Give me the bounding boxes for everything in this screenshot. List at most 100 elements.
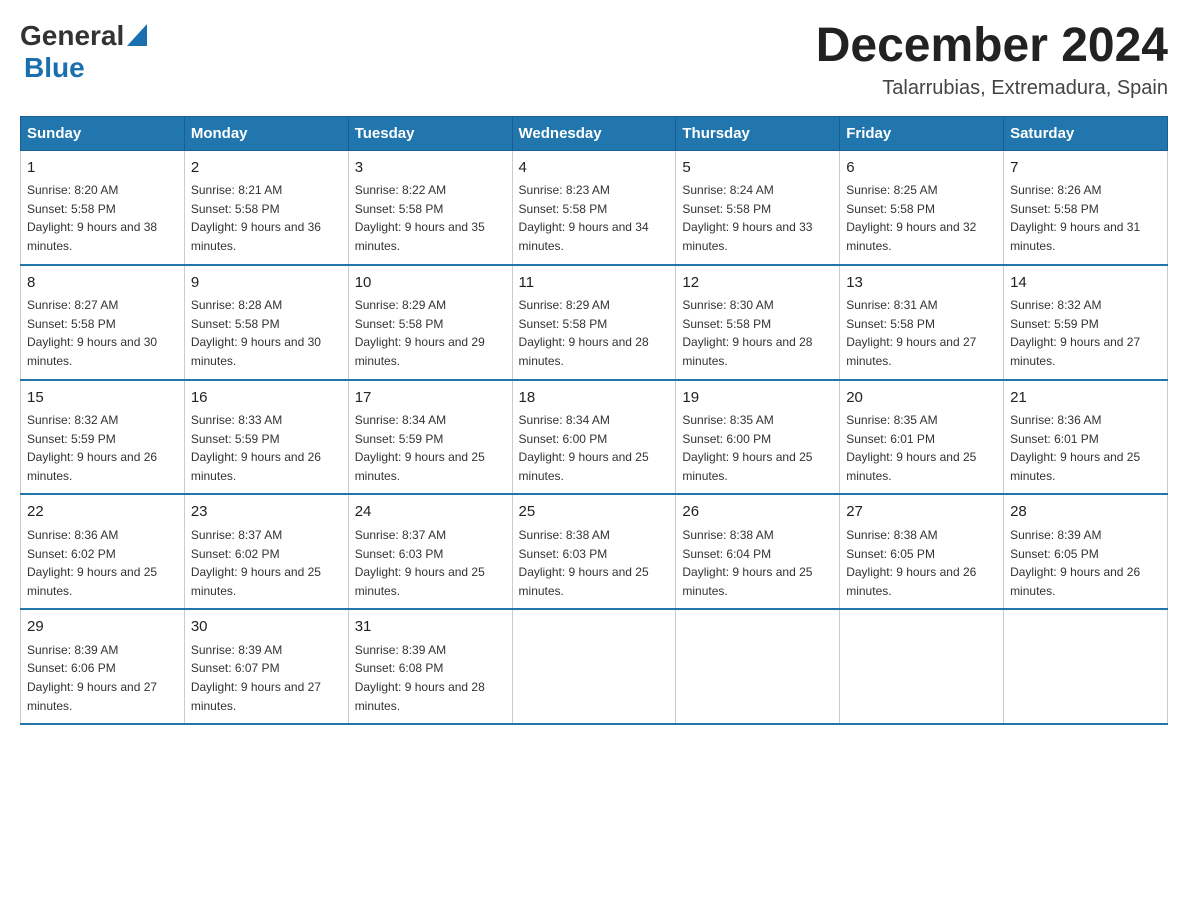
- day-number: 7: [1010, 157, 1161, 180]
- day-info: Sunrise: 8:24 AM Sunset: 5:58 PM Dayligh…: [682, 181, 833, 255]
- table-row: 22 Sunrise: 8:36 AM Sunset: 6:02 PM Dayl…: [21, 494, 185, 609]
- table-row: [1004, 609, 1168, 724]
- calendar-header-row: Sunday Monday Tuesday Wednesday Thursday…: [21, 116, 1168, 150]
- col-wednesday: Wednesday: [512, 116, 676, 150]
- day-number: 15: [27, 387, 178, 410]
- table-row: 2 Sunrise: 8:21 AM Sunset: 5:58 PM Dayli…: [184, 150, 348, 264]
- day-info: Sunrise: 8:38 AM Sunset: 6:04 PM Dayligh…: [682, 526, 833, 600]
- day-number: 18: [519, 387, 670, 410]
- day-info: Sunrise: 8:37 AM Sunset: 6:02 PM Dayligh…: [191, 526, 342, 600]
- logo-blue-text: Blue: [24, 52, 85, 84]
- calendar-table: Sunday Monday Tuesday Wednesday Thursday…: [20, 116, 1168, 725]
- day-number: 28: [1010, 501, 1161, 524]
- day-info: Sunrise: 8:36 AM Sunset: 6:02 PM Dayligh…: [27, 526, 178, 600]
- col-monday: Monday: [184, 116, 348, 150]
- table-row: 6 Sunrise: 8:25 AM Sunset: 5:58 PM Dayli…: [840, 150, 1004, 264]
- day-info: Sunrise: 8:35 AM Sunset: 6:01 PM Dayligh…: [846, 411, 997, 485]
- month-title: December 2024: [816, 20, 1168, 73]
- day-info: Sunrise: 8:25 AM Sunset: 5:58 PM Dayligh…: [846, 181, 997, 255]
- day-number: 11: [519, 272, 670, 295]
- table-row: 26 Sunrise: 8:38 AM Sunset: 6:04 PM Dayl…: [676, 494, 840, 609]
- day-number: 22: [27, 501, 178, 524]
- table-row: 14 Sunrise: 8:32 AM Sunset: 5:59 PM Dayl…: [1004, 265, 1168, 380]
- day-number: 20: [846, 387, 997, 410]
- table-row: 23 Sunrise: 8:37 AM Sunset: 6:02 PM Dayl…: [184, 494, 348, 609]
- day-number: 16: [191, 387, 342, 410]
- day-info: Sunrise: 8:39 AM Sunset: 6:05 PM Dayligh…: [1010, 526, 1161, 600]
- day-number: 17: [355, 387, 506, 410]
- day-info: Sunrise: 8:34 AM Sunset: 5:59 PM Dayligh…: [355, 411, 506, 485]
- day-number: 5: [682, 157, 833, 180]
- table-row: 11 Sunrise: 8:29 AM Sunset: 5:58 PM Dayl…: [512, 265, 676, 380]
- day-number: 27: [846, 501, 997, 524]
- logo-triangle-icon: [127, 24, 147, 46]
- day-info: Sunrise: 8:26 AM Sunset: 5:58 PM Dayligh…: [1010, 181, 1161, 255]
- day-number: 30: [191, 616, 342, 639]
- table-row: 21 Sunrise: 8:36 AM Sunset: 6:01 PM Dayl…: [1004, 380, 1168, 495]
- day-number: 31: [355, 616, 506, 639]
- day-number: 14: [1010, 272, 1161, 295]
- table-row: 29 Sunrise: 8:39 AM Sunset: 6:06 PM Dayl…: [21, 609, 185, 724]
- table-row: 13 Sunrise: 8:31 AM Sunset: 5:58 PM Dayl…: [840, 265, 1004, 380]
- table-row: 5 Sunrise: 8:24 AM Sunset: 5:58 PM Dayli…: [676, 150, 840, 264]
- day-info: Sunrise: 8:35 AM Sunset: 6:00 PM Dayligh…: [682, 411, 833, 485]
- col-saturday: Saturday: [1004, 116, 1168, 150]
- day-number: 1: [27, 157, 178, 180]
- table-row: 31 Sunrise: 8:39 AM Sunset: 6:08 PM Dayl…: [348, 609, 512, 724]
- table-row: 4 Sunrise: 8:23 AM Sunset: 5:58 PM Dayli…: [512, 150, 676, 264]
- table-row: 28 Sunrise: 8:39 AM Sunset: 6:05 PM Dayl…: [1004, 494, 1168, 609]
- calendar-week-row: 1 Sunrise: 8:20 AM Sunset: 5:58 PM Dayli…: [21, 150, 1168, 264]
- table-row: 20 Sunrise: 8:35 AM Sunset: 6:01 PM Dayl…: [840, 380, 1004, 495]
- table-row: 17 Sunrise: 8:34 AM Sunset: 5:59 PM Dayl…: [348, 380, 512, 495]
- day-number: 13: [846, 272, 997, 295]
- calendar-week-row: 29 Sunrise: 8:39 AM Sunset: 6:06 PM Dayl…: [21, 609, 1168, 724]
- col-thursday: Thursday: [676, 116, 840, 150]
- table-row: 24 Sunrise: 8:37 AM Sunset: 6:03 PM Dayl…: [348, 494, 512, 609]
- table-row: [840, 609, 1004, 724]
- day-info: Sunrise: 8:32 AM Sunset: 5:59 PM Dayligh…: [1010, 296, 1161, 370]
- table-row: [676, 609, 840, 724]
- table-row: 27 Sunrise: 8:38 AM Sunset: 6:05 PM Dayl…: [840, 494, 1004, 609]
- day-info: Sunrise: 8:37 AM Sunset: 6:03 PM Dayligh…: [355, 526, 506, 600]
- day-number: 19: [682, 387, 833, 410]
- table-row: 30 Sunrise: 8:39 AM Sunset: 6:07 PM Dayl…: [184, 609, 348, 724]
- day-info: Sunrise: 8:32 AM Sunset: 5:59 PM Dayligh…: [27, 411, 178, 485]
- calendar-week-row: 15 Sunrise: 8:32 AM Sunset: 5:59 PM Dayl…: [21, 380, 1168, 495]
- day-info: Sunrise: 8:29 AM Sunset: 5:58 PM Dayligh…: [355, 296, 506, 370]
- day-number: 9: [191, 272, 342, 295]
- day-info: Sunrise: 8:38 AM Sunset: 6:03 PM Dayligh…: [519, 526, 670, 600]
- table-row: 15 Sunrise: 8:32 AM Sunset: 5:59 PM Dayl…: [21, 380, 185, 495]
- day-info: Sunrise: 8:36 AM Sunset: 6:01 PM Dayligh…: [1010, 411, 1161, 485]
- day-info: Sunrise: 8:30 AM Sunset: 5:58 PM Dayligh…: [682, 296, 833, 370]
- col-sunday: Sunday: [21, 116, 185, 150]
- day-info: Sunrise: 8:29 AM Sunset: 5:58 PM Dayligh…: [519, 296, 670, 370]
- table-row: 9 Sunrise: 8:28 AM Sunset: 5:58 PM Dayli…: [184, 265, 348, 380]
- logo: General Blue: [20, 20, 147, 84]
- day-info: Sunrise: 8:28 AM Sunset: 5:58 PM Dayligh…: [191, 296, 342, 370]
- day-number: 25: [519, 501, 670, 524]
- table-row: 1 Sunrise: 8:20 AM Sunset: 5:58 PM Dayli…: [21, 150, 185, 264]
- page-header: General Blue December 2024 Talarrubias, …: [20, 20, 1168, 100]
- day-number: 3: [355, 157, 506, 180]
- day-info: Sunrise: 8:39 AM Sunset: 6:06 PM Dayligh…: [27, 641, 178, 715]
- day-number: 24: [355, 501, 506, 524]
- table-row: 10 Sunrise: 8:29 AM Sunset: 5:58 PM Dayl…: [348, 265, 512, 380]
- logo-general-text: General: [20, 20, 124, 52]
- table-row: 8 Sunrise: 8:27 AM Sunset: 5:58 PM Dayli…: [21, 265, 185, 380]
- table-row: 19 Sunrise: 8:35 AM Sunset: 6:00 PM Dayl…: [676, 380, 840, 495]
- day-info: Sunrise: 8:38 AM Sunset: 6:05 PM Dayligh…: [846, 526, 997, 600]
- day-number: 10: [355, 272, 506, 295]
- title-block: December 2024 Talarrubias, Extremadura, …: [816, 20, 1168, 100]
- day-number: 29: [27, 616, 178, 639]
- calendar-week-row: 8 Sunrise: 8:27 AM Sunset: 5:58 PM Dayli…: [21, 265, 1168, 380]
- calendar-week-row: 22 Sunrise: 8:36 AM Sunset: 6:02 PM Dayl…: [21, 494, 1168, 609]
- table-row: 18 Sunrise: 8:34 AM Sunset: 6:00 PM Dayl…: [512, 380, 676, 495]
- day-info: Sunrise: 8:31 AM Sunset: 5:58 PM Dayligh…: [846, 296, 997, 370]
- day-info: Sunrise: 8:39 AM Sunset: 6:07 PM Dayligh…: [191, 641, 342, 715]
- day-info: Sunrise: 8:20 AM Sunset: 5:58 PM Dayligh…: [27, 181, 178, 255]
- day-number: 23: [191, 501, 342, 524]
- col-friday: Friday: [840, 116, 1004, 150]
- day-info: Sunrise: 8:34 AM Sunset: 6:00 PM Dayligh…: [519, 411, 670, 485]
- day-number: 8: [27, 272, 178, 295]
- table-row: 16 Sunrise: 8:33 AM Sunset: 5:59 PM Dayl…: [184, 380, 348, 495]
